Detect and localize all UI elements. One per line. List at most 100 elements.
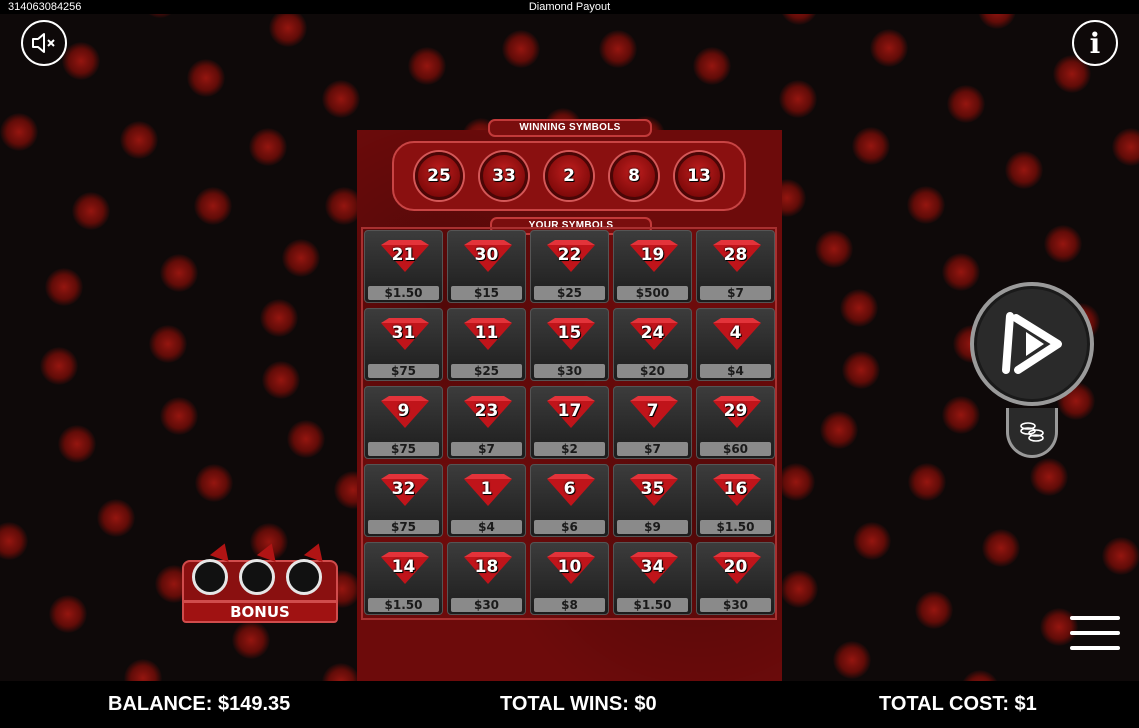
sound-toggle-button[interactable] (21, 20, 67, 66)
symbol-tile[interactable]: 11 $25 (447, 308, 526, 381)
background-light (501, 29, 540, 68)
symbol-tile[interactable]: 21 $1.50 (364, 230, 443, 303)
background-light (1029, 458, 1068, 497)
symbol-tile[interactable]: 17 $2 (530, 386, 609, 459)
symbol-tile[interactable]: 31 $75 (364, 308, 443, 381)
bonus-slot (239, 559, 275, 595)
background-light (194, 463, 233, 502)
symbol-tile[interactable]: 23 $7 (447, 386, 526, 459)
symbol-tile[interactable]: 34 $1.50 (613, 542, 692, 615)
status-bar: BALANCE: $149.35 TOTAL WINS: $0 TOTAL CO… (0, 681, 1139, 728)
total-wins-display: TOTAL WINS: $0 (500, 693, 657, 715)
symbol-number: 29 (723, 401, 748, 421)
symbol-prize: $1.50 (368, 598, 439, 612)
symbol-prize: $1.50 (368, 286, 439, 300)
symbol-tile[interactable]: 19 $500 (613, 230, 692, 303)
background-light (981, 528, 1020, 567)
background-light (160, 396, 199, 435)
background-light (321, 663, 360, 681)
winning-number: 2 (545, 152, 593, 200)
background-light (961, 669, 1000, 681)
winning-number: 33 (480, 152, 528, 200)
symbol-tile[interactable]: 6 $6 (530, 464, 609, 537)
background-light (0, 522, 29, 561)
background-light (941, 253, 980, 292)
background-light (96, 498, 135, 537)
symbol-prize: $4 (451, 520, 522, 534)
background-light (907, 186, 946, 225)
background-light (45, 268, 84, 307)
symbol-prize: $20 (617, 364, 688, 378)
symbol-prize: $7 (451, 442, 522, 456)
bonus-slot (192, 559, 228, 595)
symbol-tile[interactable]: 10 $8 (530, 542, 609, 615)
background-light (62, 41, 101, 80)
symbol-prize: $9 (617, 520, 688, 534)
winning-number: 13 (675, 152, 723, 200)
background-light (0, 113, 39, 152)
symbol-prize: $75 (368, 364, 439, 378)
background-light (140, 14, 179, 19)
background-light (840, 289, 879, 328)
background-light (281, 239, 320, 278)
symbol-number: 1 (480, 479, 493, 499)
background-light (57, 425, 96, 464)
symbol-prize: $4 (700, 364, 771, 378)
symbol-tile[interactable]: 35 $9 (613, 464, 692, 537)
background-light (1111, 127, 1139, 166)
symbol-number: 20 (723, 557, 748, 577)
bonus-slot (286, 559, 322, 595)
symbol-tile[interactable]: 16 $1.50 (696, 464, 775, 537)
symbol-tile[interactable]: 24 $20 (613, 308, 692, 381)
background-light (407, 47, 446, 85)
background-light (941, 395, 980, 434)
symbol-prize: $75 (368, 442, 439, 456)
symbol-tile[interactable]: 20 $30 (696, 542, 775, 615)
symbol-tile[interactable]: 14 $1.50 (364, 542, 443, 615)
symbol-tile[interactable]: 32 $75 (364, 464, 443, 537)
symbol-tile[interactable]: 30 $15 (447, 230, 526, 303)
background-light (40, 347, 79, 386)
info-button[interactable]: i (1072, 20, 1118, 66)
symbol-prize: $7 (617, 442, 688, 456)
total-cost-display: TOTAL COST: $1 (879, 693, 1037, 715)
symbol-tile[interactable]: 7 $7 (613, 386, 692, 459)
symbol-prize: $30 (534, 364, 605, 378)
symbol-number: 34 (640, 557, 665, 577)
symbol-prize: $7 (700, 286, 771, 300)
winning-number: 8 (610, 152, 658, 200)
play-button[interactable] (970, 282, 1094, 406)
background-light (48, 594, 87, 633)
symbol-tile[interactable]: 18 $30 (447, 542, 526, 615)
symbol-tile[interactable]: 9 $75 (364, 386, 443, 459)
info-icon: i (1089, 26, 1101, 60)
symbol-tile[interactable]: 4 $4 (696, 308, 775, 381)
symbol-tile[interactable]: 15 $30 (530, 308, 609, 381)
symbol-prize: $60 (700, 442, 771, 456)
symbol-number: 15 (557, 323, 582, 343)
symbol-prize: $8 (534, 598, 605, 612)
background-light (842, 350, 881, 389)
winning-symbols-label: WINNING SYMBOLS (488, 119, 652, 137)
symbol-tile[interactable]: 28 $7 (696, 230, 775, 303)
symbol-tile[interactable]: 1 $4 (447, 464, 526, 537)
symbol-number: 16 (723, 479, 748, 499)
symbol-number: 17 (557, 401, 582, 421)
symbol-number: 7 (646, 401, 659, 421)
symbol-tile[interactable]: 29 $60 (696, 386, 775, 459)
symbol-prize: $2 (534, 442, 605, 456)
bet-coins-button[interactable] (1006, 408, 1058, 458)
background-light (287, 419, 326, 458)
symbol-tile[interactable]: 22 $25 (530, 230, 609, 303)
game-title: Diamond Payout (528, 1, 611, 13)
background-light (186, 59, 225, 98)
winning-number: 25 (415, 152, 463, 200)
symbol-number: 10 (557, 557, 582, 577)
symbol-prize: $75 (368, 520, 439, 534)
background-light (194, 187, 233, 226)
background-light (946, 85, 985, 124)
menu-button[interactable] (1070, 614, 1120, 654)
symbol-number: 9 (397, 401, 410, 421)
background-light (820, 410, 859, 449)
symbol-number: 28 (723, 245, 748, 265)
